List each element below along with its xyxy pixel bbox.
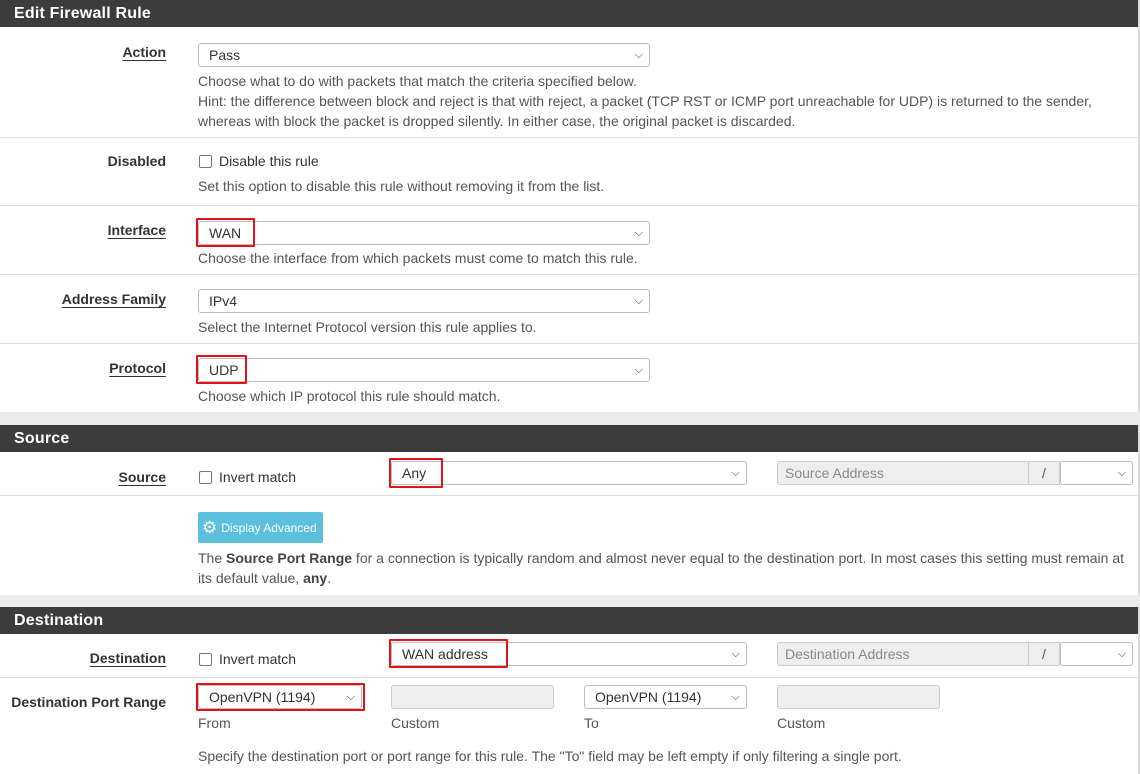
edit-rule-panel: Edit Firewall Rule Action Pass ⌵ Choose …: [0, 0, 1140, 412]
help-text: .: [327, 570, 332, 586]
action-label: Action: [122, 44, 166, 60]
chevron-down-icon: ⌵: [634, 364, 643, 376]
disable-rule-label: Disable this rule: [219, 153, 319, 169]
destination-address-input[interactable]: Destination Address: [777, 642, 1029, 666]
address-family-label: Address Family: [61, 291, 166, 307]
destination-port-from-custom-input[interactable]: [391, 685, 554, 709]
source-panel: Source Source Invert match Any ⌵ Source …: [0, 425, 1140, 595]
action-select[interactable]: Pass ⌵: [198, 43, 650, 67]
gear-icon: ⚙: [202, 518, 218, 537]
checkbox-box[interactable]: [199, 470, 212, 484]
checkbox-box[interactable]: [199, 154, 212, 168]
display-advanced-button[interactable]: ⚙ Display Advanced: [198, 512, 323, 543]
action-row: Action Pass ⌵ Choose what to do with pac…: [0, 27, 1138, 138]
chevron-down-icon: ⌵: [634, 49, 643, 61]
panel-title: Source: [0, 425, 1138, 452]
interface-help: Choose the interface from which packets …: [198, 250, 638, 266]
destination-port-help: Specify the destination port or port ran…: [198, 748, 902, 764]
source-address-placeholder: Source Address: [785, 465, 884, 481]
address-family-row: Address Family IPv4 ⌵ Select the Interne…: [0, 275, 1138, 344]
destination-row: Destination Invert match WAN address ⌵ D…: [0, 634, 1138, 678]
destination-mask-select[interactable]: ⌵: [1060, 642, 1133, 666]
chevron-down-icon: ⌵: [1117, 648, 1126, 660]
disabled-help: Set this option to disable this rule wit…: [198, 178, 605, 194]
chevron-down-icon: ⌵: [634, 227, 643, 239]
protocol-row: Protocol UDP ⌵ Choose which IP protocol …: [0, 344, 1138, 412]
interface-row: Interface WAN ⌵ Choose the interface fro…: [0, 206, 1138, 275]
custom-caption-from: Custom: [391, 715, 440, 731]
source-address-input[interactable]: Source Address: [777, 461, 1029, 485]
checkbox-box[interactable]: [199, 652, 212, 666]
action-help-1: Choose what to do with packets that matc…: [198, 73, 637, 89]
source-row: Source Invert match Any ⌵ Source Address…: [0, 452, 1138, 496]
protocol-highlight: [196, 355, 247, 384]
action-select-value: Pass: [209, 47, 241, 63]
source-type-highlight: [389, 458, 443, 488]
interface-highlight: [196, 218, 255, 247]
chevron-down-icon: ⌵: [634, 295, 643, 307]
destination-panel: Destination Destination Invert match WAN…: [0, 607, 1140, 774]
source-invert-checkbox[interactable]: Invert match: [199, 469, 296, 485]
chevron-down-icon: ⌵: [731, 648, 740, 660]
destination-port-range-label: Destination Port Range: [11, 694, 166, 710]
destination-label: Destination: [89, 650, 166, 666]
destination-mask-slash: /: [1028, 642, 1060, 666]
display-advanced-label: Display Advanced: [221, 520, 317, 535]
protocol-select[interactable]: UDP ⌵: [198, 358, 650, 382]
chevron-down-icon: ⌵: [731, 691, 740, 703]
port-from-highlight: [196, 683, 365, 711]
custom-caption-to: Custom: [777, 715, 826, 731]
help-bold: Source Port Range: [226, 550, 353, 566]
source-type-select[interactable]: Any ⌵: [391, 461, 747, 485]
source-label: Source: [118, 469, 166, 485]
to-caption: To: [584, 715, 599, 731]
destination-invert-label: Invert match: [219, 651, 297, 667]
help-text: The: [198, 550, 227, 566]
disabled-row: Disabled Disable this rule Set this opti…: [0, 138, 1138, 206]
destination-invert-checkbox[interactable]: Invert match: [199, 651, 296, 667]
panel-title: Edit Firewall Rule: [0, 0, 1138, 27]
address-family-select-value: IPv4: [209, 293, 238, 309]
panel-title: Destination: [0, 607, 1138, 634]
protocol-help: Choose which IP protocol this rule shoul…: [198, 388, 501, 404]
interface-label: Interface: [107, 222, 166, 238]
source-invert-label: Invert match: [219, 469, 297, 485]
destination-port-to-select[interactable]: OpenVPN (1194) ⌵: [584, 685, 747, 709]
help-text: its default value,: [198, 570, 304, 586]
source-mask-slash: /: [1028, 461, 1060, 485]
port-to-value: OpenVPN (1194): [595, 689, 702, 705]
destination-address-placeholder: Destination Address: [785, 646, 910, 662]
disable-rule-checkbox[interactable]: Disable this rule: [199, 153, 319, 169]
source-help-1: The Source Port Range for a connection i…: [198, 548, 1124, 568]
destination-type-highlight: [389, 639, 508, 668]
action-help-2: Hint: the difference between block and r…: [198, 93, 1092, 109]
chevron-down-icon: ⌵: [1117, 467, 1126, 479]
source-advanced-row: ⚙ Display Advanced The Source Port Range…: [0, 496, 1138, 595]
destination-port-row: Destination Port Range OpenVPN (1194) ⌵ …: [0, 678, 1138, 774]
from-caption: From: [198, 715, 231, 731]
address-family-help: Select the Internet Protocol version thi…: [198, 319, 537, 335]
address-family-select[interactable]: IPv4 ⌵: [198, 289, 650, 313]
disabled-label: Disabled: [107, 153, 166, 169]
help-bold: any: [303, 570, 328, 586]
chevron-down-icon: ⌵: [731, 467, 740, 479]
action-help-3: whereas with block the packet is dropped…: [198, 113, 796, 129]
source-help-2: its default value, any.: [198, 568, 331, 588]
protocol-label: Protocol: [109, 360, 166, 376]
interface-select[interactable]: WAN ⌵: [198, 221, 650, 245]
source-mask-select[interactable]: ⌵: [1060, 461, 1133, 485]
destination-port-to-custom-input[interactable]: [777, 685, 940, 709]
help-text: for a connection is typically random and…: [352, 550, 1124, 566]
